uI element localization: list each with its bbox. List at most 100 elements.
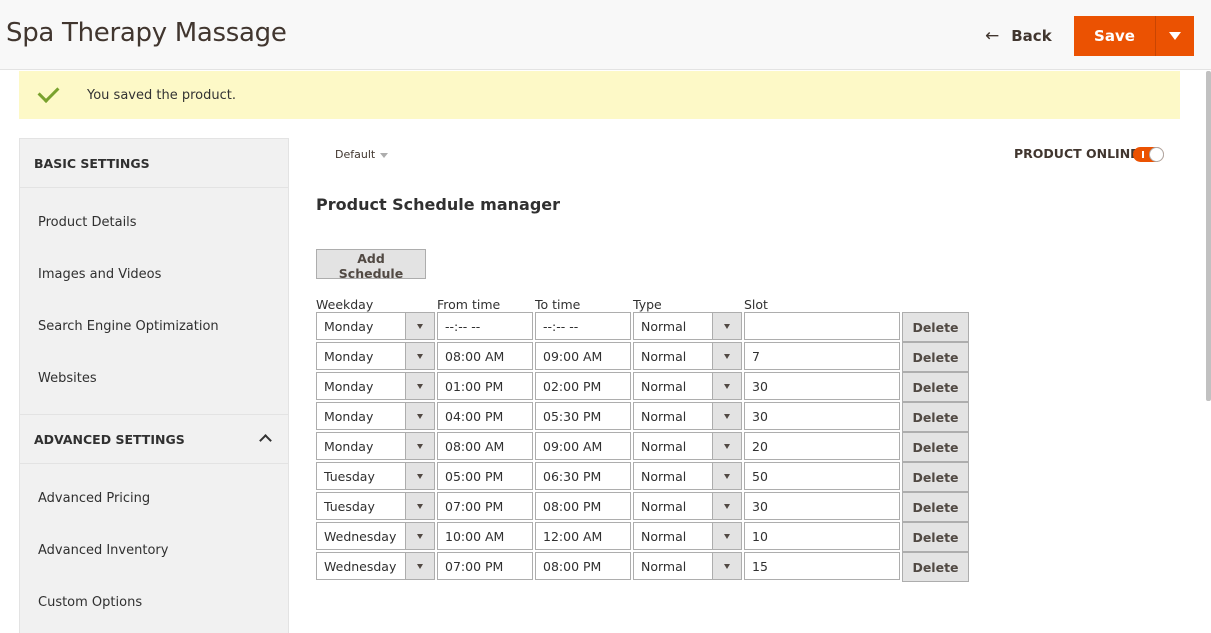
column-header-type: Type: [633, 297, 662, 312]
to-time-value: 02:00 PM: [543, 378, 602, 394]
slot-input[interactable]: 30: [744, 492, 900, 520]
save-options-toggle[interactable]: [1156, 16, 1194, 56]
back-label: Back: [1011, 27, 1052, 45]
from-time-input[interactable]: 08:00 AM: [437, 342, 533, 370]
sidebar-item-seo[interactable]: Search Engine Optimization: [20, 300, 288, 352]
slot-input[interactable]: 20: [744, 432, 900, 460]
to-time-input[interactable]: 05:30 PM: [535, 402, 631, 430]
sidebar-item-advanced-inventory[interactable]: Advanced Inventory: [20, 524, 288, 576]
from-time-input[interactable]: 10:00 AM: [437, 522, 533, 550]
table-row: Wednesday 07:00 PM 08:00 PM Normal 15 De…: [316, 552, 969, 582]
slot-input[interactable]: [744, 312, 900, 340]
weekday-value: Monday: [324, 378, 374, 394]
to-time-input[interactable]: 08:00 PM: [535, 552, 631, 580]
page-scrollbar[interactable]: [1206, 71, 1211, 401]
page-header: Spa Therapy Massage ← Back Save: [0, 0, 1211, 70]
weekday-select[interactable]: Monday: [316, 402, 435, 430]
to-time-input[interactable]: 12:00 AM: [535, 522, 631, 550]
product-online-label: PRODUCT ONLINE: [1014, 146, 1139, 161]
basic-settings-list: Product Details Images and Videos Search…: [20, 188, 288, 414]
slot-input[interactable]: 30: [744, 402, 900, 430]
type-select[interactable]: Normal: [633, 432, 742, 460]
slot-value: 7: [752, 348, 760, 364]
delete-button[interactable]: Delete: [902, 522, 969, 552]
slot-input[interactable]: 7: [744, 342, 900, 370]
from-time-input[interactable]: 04:00 PM: [437, 402, 533, 430]
weekday-select[interactable]: Monday: [316, 372, 435, 400]
to-time-input[interactable]: 02:00 PM: [535, 372, 631, 400]
type-select[interactable]: Normal: [633, 492, 742, 520]
sidebar-item-websites[interactable]: Websites: [20, 352, 288, 404]
from-time-input[interactable]: --:-- --: [437, 312, 533, 340]
weekday-value: Monday: [324, 348, 374, 364]
delete-button[interactable]: Delete: [902, 552, 969, 582]
table-row: Monday 01:00 PM 02:00 PM Normal 30 Delet…: [316, 372, 969, 402]
slot-input[interactable]: 10: [744, 522, 900, 550]
product-online-toggle[interactable]: [1133, 147, 1164, 162]
schedule-rows: Monday --:-- -- --:-- -- Normal Delete M…: [316, 312, 969, 582]
to-time-input[interactable]: --:-- --: [535, 312, 631, 340]
to-time-input[interactable]: 08:00 PM: [535, 492, 631, 520]
weekday-select[interactable]: Tuesday: [316, 462, 435, 490]
from-time-value: 07:00 PM: [445, 498, 504, 514]
to-time-value: 08:00 PM: [543, 498, 602, 514]
success-message-text: You saved the product.: [87, 87, 236, 103]
type-value: Normal: [641, 558, 687, 574]
slot-input[interactable]: 50: [744, 462, 900, 490]
slot-input[interactable]: 30: [744, 372, 900, 400]
type-select[interactable]: Normal: [633, 552, 742, 580]
sidebar-item-product-details[interactable]: Product Details: [20, 196, 288, 248]
from-time-input[interactable]: 07:00 PM: [437, 552, 533, 580]
from-time-input[interactable]: 08:00 AM: [437, 432, 533, 460]
add-schedule-button[interactable]: Add Schedule: [316, 249, 426, 281]
weekday-select[interactable]: Wednesday: [316, 552, 435, 580]
sidebar-item-custom-options[interactable]: Custom Options: [20, 576, 288, 628]
weekday-value: Wednesday: [324, 558, 397, 574]
chevron-down-icon: [1169, 32, 1181, 40]
delete-button[interactable]: Delete: [902, 462, 969, 492]
success-message: You saved the product.: [19, 71, 1180, 119]
sidebar-item-images-videos[interactable]: Images and Videos: [20, 248, 288, 300]
scope-label: Default: [335, 148, 376, 161]
sidebar-item-advanced-pricing[interactable]: Advanced Pricing: [20, 472, 288, 524]
type-select[interactable]: Normal: [633, 342, 742, 370]
from-time-input[interactable]: 05:00 PM: [437, 462, 533, 490]
delete-button[interactable]: Delete: [902, 402, 969, 432]
to-time-value: 09:00 AM: [543, 438, 603, 454]
type-select[interactable]: Normal: [633, 372, 742, 400]
delete-button[interactable]: Delete: [902, 312, 969, 342]
to-time-input[interactable]: 06:30 PM: [535, 462, 631, 490]
delete-button[interactable]: Delete: [902, 492, 969, 522]
weekday-select[interactable]: Monday: [316, 342, 435, 370]
delete-button[interactable]: Delete: [902, 372, 969, 402]
from-time-input[interactable]: 01:00 PM: [437, 372, 533, 400]
table-row: Tuesday 07:00 PM 08:00 PM Normal 30 Dele…: [316, 492, 969, 522]
type-value: Normal: [641, 468, 687, 484]
type-select[interactable]: Normal: [633, 522, 742, 550]
type-select[interactable]: Normal: [633, 312, 742, 340]
store-scope-switcher[interactable]: Default: [335, 148, 389, 161]
basic-settings-heading[interactable]: BASIC SETTINGS: [20, 139, 288, 188]
table-row: Wednesday 10:00 AM 12:00 AM Normal 10 De…: [316, 522, 969, 552]
weekday-select[interactable]: Wednesday: [316, 522, 435, 550]
to-time-input[interactable]: 09:00 AM: [535, 432, 631, 460]
slot-input[interactable]: 15: [744, 552, 900, 580]
weekday-select[interactable]: Tuesday: [316, 492, 435, 520]
delete-button[interactable]: Delete: [902, 432, 969, 462]
type-select[interactable]: Normal: [633, 462, 742, 490]
dropdown-arrow-icon: [405, 553, 434, 579]
type-select[interactable]: Normal: [633, 402, 742, 430]
advanced-settings-heading[interactable]: ADVANCED SETTINGS: [20, 414, 288, 464]
from-time-input[interactable]: 07:00 PM: [437, 492, 533, 520]
delete-button[interactable]: Delete: [902, 342, 969, 372]
weekday-select[interactable]: Monday: [316, 432, 435, 460]
table-header-row: Weekday From time To time Type Slot: [316, 295, 969, 312]
save-button[interactable]: Save: [1074, 16, 1156, 56]
table-row: Monday 08:00 AM 09:00 AM Normal 7 Delete: [316, 342, 969, 372]
table-row: Monday --:-- -- --:-- -- Normal Delete: [316, 312, 969, 342]
weekday-select[interactable]: Monday: [316, 312, 435, 340]
dropdown-arrow-icon: [405, 373, 434, 399]
slot-value: 15: [752, 558, 768, 574]
to-time-input[interactable]: 09:00 AM: [535, 342, 631, 370]
back-button[interactable]: ← Back: [985, 24, 1052, 48]
